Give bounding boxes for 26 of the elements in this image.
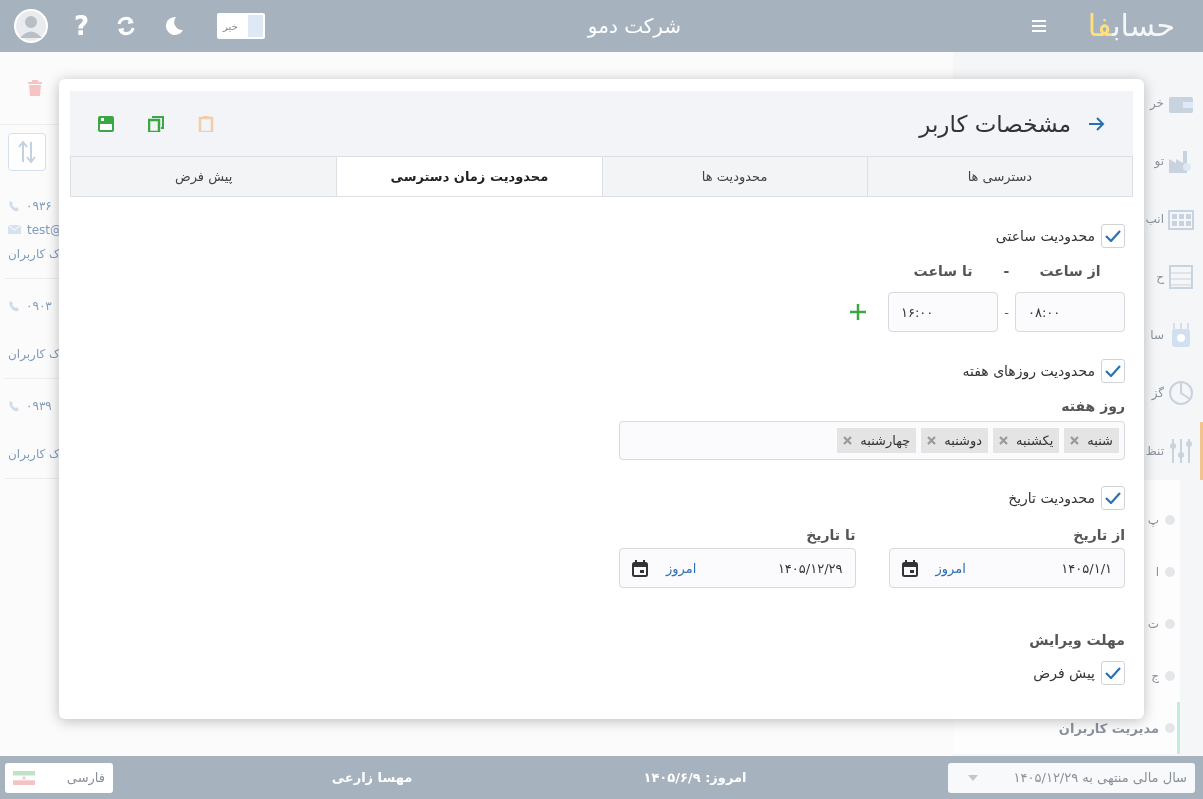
day-tag: دوشنبه bbox=[921, 428, 989, 453]
checkbox-label: پیش فرض bbox=[1033, 665, 1095, 681]
field-label: از ساعت bbox=[1038, 263, 1102, 279]
user-group: ک کاربران bbox=[8, 346, 60, 361]
phone-number: ۰۹۳۶ bbox=[26, 198, 52, 213]
user-name: مهسا زارعی bbox=[330, 770, 414, 785]
day-tag: چهارشنبه bbox=[837, 428, 917, 453]
separator: - bbox=[1002, 263, 1011, 279]
phone-number: ۰۹۰۳ bbox=[26, 298, 52, 313]
field-label: از تاریخ bbox=[1073, 527, 1125, 543]
day-tag: یکشنبه bbox=[993, 428, 1060, 453]
separator: - bbox=[1003, 304, 1010, 320]
day-tag: شنبه bbox=[1064, 428, 1119, 453]
field-label: روز هفته bbox=[1061, 398, 1125, 414]
dialog-title: مشخصات کاربر bbox=[919, 110, 1071, 137]
checkbox-label: محدودیت تاریخ bbox=[1008, 490, 1095, 506]
field-label: تا ساعت bbox=[912, 263, 974, 279]
company-title: شرکت دمو bbox=[587, 14, 682, 38]
checkbox-label: محدودیت روزهای هفته bbox=[962, 363, 1095, 379]
user-group: ک کاربران bbox=[8, 446, 60, 461]
section-title: مهلت ویرایش bbox=[1029, 632, 1125, 648]
checkbox-label: محدودیت ساعتی bbox=[995, 228, 1095, 244]
phone-number: ۰۹۳۹ bbox=[26, 398, 52, 413]
today-date: امروز: ۱۴۰۵/۶/۹ bbox=[642, 770, 748, 785]
field-label: تا تاریخ bbox=[806, 527, 856, 543]
user-group: ک کاربران bbox=[8, 246, 60, 261]
